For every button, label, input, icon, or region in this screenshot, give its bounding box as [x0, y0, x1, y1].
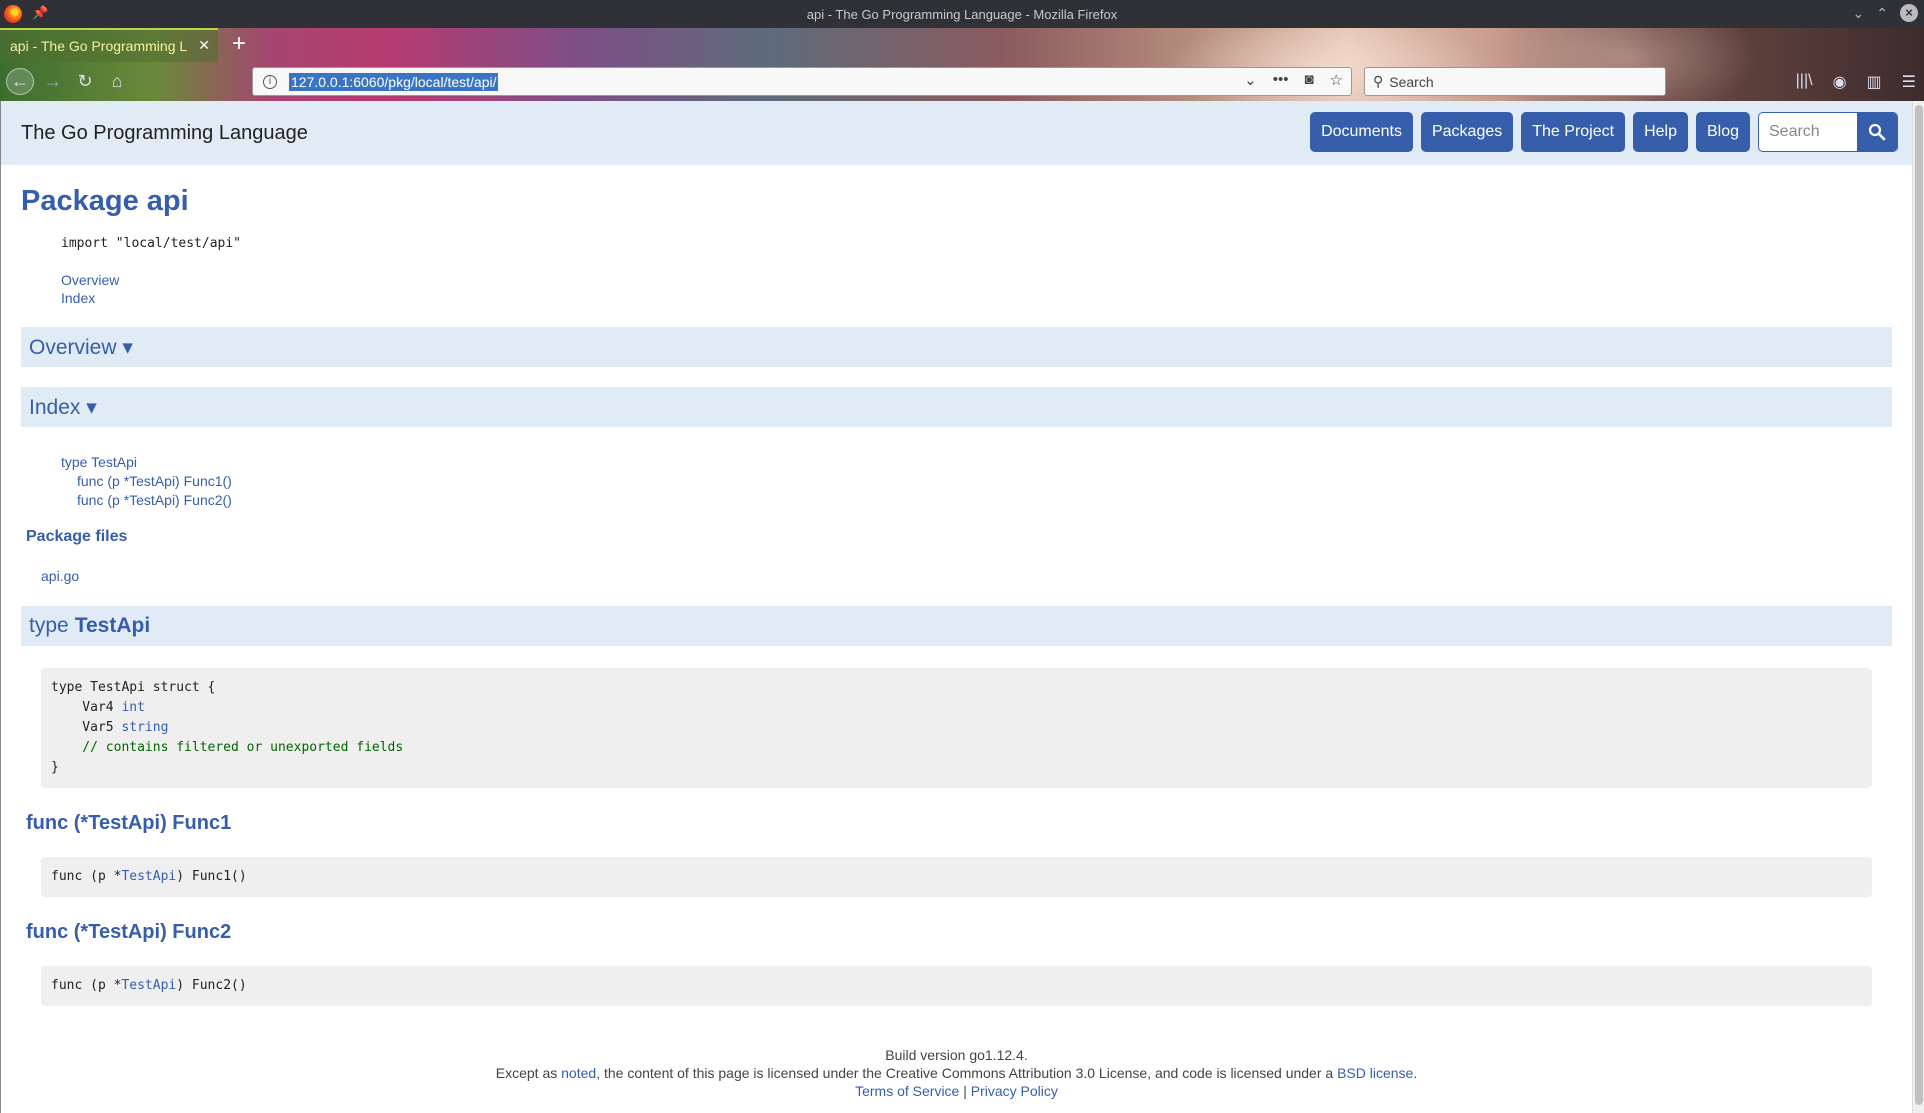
menu-packages[interactable]: Packages — [1420, 112, 1514, 152]
code-line: } — [51, 760, 59, 775]
site-title[interactable]: The Go Programming Language — [21, 122, 308, 145]
sidebar-icon[interactable]: ▥ — [1867, 72, 1882, 92]
file-link-api-go[interactable]: api.go — [41, 568, 79, 584]
code-type-string[interactable]: string — [121, 720, 168, 735]
menu-the-project[interactable]: The Project — [1521, 112, 1626, 152]
code-line: Var5 — [51, 720, 122, 735]
func2-type-link[interactable]: TestApi — [121, 978, 176, 993]
minimize-icon[interactable]: ⌄ — [1853, 5, 1865, 22]
url-bar[interactable]: i 127.0.0.1:6060/pkg/local/test/api/ ⌄ •… — [252, 67, 1352, 96]
toc-overview-link[interactable]: Overview — [61, 272, 119, 288]
search-icon: ⚲ — [1373, 73, 1384, 89]
dropdown-chevron-icon[interactable]: ⌄ — [1244, 71, 1257, 89]
library-icon[interactable]: |||\ — [1796, 72, 1813, 92]
code-type-int[interactable]: int — [121, 700, 144, 715]
page-actions-icon[interactable]: ••• — [1273, 71, 1289, 89]
url-text[interactable]: 127.0.0.1:6060/pkg/local/test/api/ — [289, 72, 499, 91]
site-search-button[interactable] — [1857, 113, 1897, 151]
build-version: Build version go1.12.4. — [885, 1047, 1028, 1063]
scrollbar-thumb[interactable] — [1915, 105, 1923, 1105]
type-section-heading: type TestApi — [21, 606, 1892, 646]
page-title: Package api — [21, 185, 189, 217]
toc-index-link[interactable]: Index — [61, 290, 95, 306]
magnifier-icon — [1868, 123, 1886, 141]
license-text: , the content of this page is licensed u… — [596, 1065, 1338, 1081]
bookmark-star-icon[interactable]: ☆ — [1330, 71, 1343, 89]
menu-help[interactable]: Help — [1633, 112, 1688, 152]
func2-heading: func (*TestApi) Func2 — [26, 921, 232, 943]
back-arrow-icon[interactable]: ← — [6, 68, 34, 95]
code-line: type TestApi struct { — [51, 680, 216, 695]
menu-blog[interactable]: Blog — [1695, 112, 1750, 152]
tab-label: api - The Go Programming L — [10, 38, 188, 54]
browser-search-placeholder: Search — [1389, 73, 1434, 90]
site-menu: Documents Packages The Project Help Blog… — [1310, 112, 1898, 152]
window-close-icon[interactable]: × — [1900, 4, 1918, 22]
code-text: ) Func1() — [176, 869, 247, 884]
type-name-link[interactable]: TestApi — [75, 614, 150, 638]
import-line: import "local/test/api" — [61, 236, 242, 251]
tab-close-icon[interactable]: ✕ — [198, 37, 210, 54]
new-tab-button[interactable]: + — [232, 31, 246, 57]
maximize-icon[interactable]: ⌃ — [1876, 5, 1888, 22]
footer: Build version go1.12.4. Except as noted,… — [21, 1046, 1892, 1100]
browser-search-bar[interactable]: ⚲ Search — [1364, 67, 1666, 96]
code-comment: // contains filtered or unexported field… — [51, 740, 404, 755]
toc: Overview Index — [61, 271, 1892, 307]
home-icon[interactable]: ⌂ — [106, 68, 128, 95]
terms-link[interactable]: Terms of Service — [855, 1083, 959, 1099]
index-list: type TestApi func (p *TestApi) Func1() f… — [61, 453, 1892, 510]
window-titlebar: 📌 api - The Go Programming Language - Mo… — [0, 0, 1924, 28]
func1-code-block: func (p *TestApi) Func1() — [41, 857, 1872, 897]
license-text: . — [1413, 1065, 1418, 1081]
page-scrollbar[interactable] — [1912, 101, 1924, 1113]
site-search: Search — [1758, 112, 1898, 152]
extension-icon[interactable]: ◉ — [1833, 72, 1847, 92]
nav-toolbar: ← → ↻ ⌂ i 127.0.0.1:6060/pkg/local/test/… — [0, 62, 1924, 101]
menu-hamburger-icon[interactable]: ☰ — [1902, 72, 1916, 92]
footer-separator: | — [959, 1083, 971, 1099]
menu-documents[interactable]: Documents — [1310, 112, 1413, 152]
firefox-logo-icon — [4, 5, 22, 23]
index-toggle[interactable]: Index ▾ — [21, 387, 1892, 427]
site-info-icon[interactable]: i — [263, 74, 277, 89]
index-type-link[interactable]: type TestApi — [61, 454, 137, 470]
forward-arrow-icon[interactable]: → — [42, 68, 64, 95]
footer-links: Terms of Service | Privacy Policy — [21, 1082, 1892, 1100]
reload-icon[interactable]: ↻ — [74, 68, 96, 95]
browser-tab[interactable]: api - The Go Programming L ✕ — [0, 28, 218, 62]
func1-type-link[interactable]: TestApi — [121, 869, 176, 884]
func1-heading: func (*TestApi) Func1 — [26, 812, 232, 834]
license-text: Except as — [495, 1065, 562, 1081]
package-files-heading: Package files — [26, 528, 128, 545]
window-title: api - The Go Programming Language - Mozi… — [806, 6, 1118, 22]
noted-link[interactable]: noted — [561, 1065, 596, 1081]
pocket-icon[interactable]: ◙ — [1304, 71, 1313, 89]
type-code-block: type TestApi struct { Var4 int Var5 stri… — [41, 668, 1872, 788]
code-text: ) Func2() — [176, 978, 247, 993]
code-line: Var4 — [51, 700, 122, 715]
pin-icon[interactable]: 📌 — [32, 5, 48, 21]
code-text: func (p * — [51, 869, 122, 884]
index-func1-link[interactable]: func (p *TestApi) Func1() — [77, 473, 232, 489]
type-keyword: type — [29, 614, 69, 637]
page-viewport: The Go Programming Language Documents Pa… — [0, 101, 1912, 1113]
site-search-input[interactable]: Search — [1759, 113, 1857, 151]
index-func2-link[interactable]: func (p *TestApi) Func2() — [77, 492, 232, 508]
bsd-license-link[interactable]: BSD license — [1337, 1065, 1413, 1081]
license-line: Except as noted, the content of this pag… — [21, 1064, 1892, 1082]
site-topbar: The Go Programming Language Documents Pa… — [1, 101, 1912, 165]
privacy-link[interactable]: Privacy Policy — [971, 1083, 1058, 1099]
func2-code-block: func (p *TestApi) Func2() — [41, 966, 1872, 1006]
page-content: Package api import "local/test/api" Over… — [1, 185, 1912, 1100]
browser-chrome: api - The Go Programming L ✕ + ← → ↻ ⌂ i… — [0, 28, 1924, 101]
code-text: func (p * — [51, 978, 122, 993]
overview-toggle[interactable]: Overview ▾ — [21, 327, 1892, 367]
